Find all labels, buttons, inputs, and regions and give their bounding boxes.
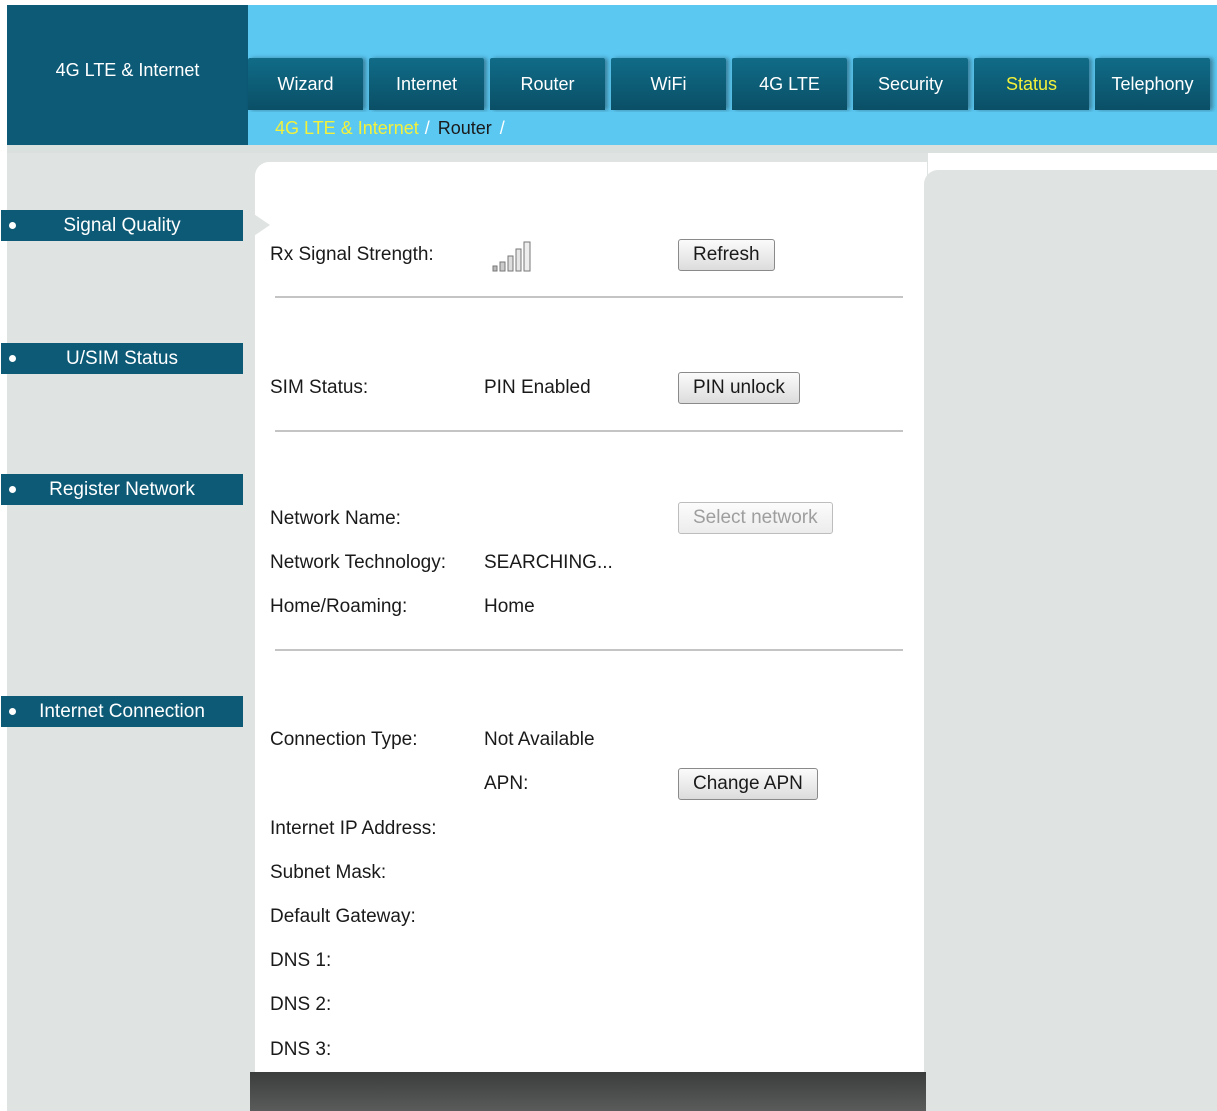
- breadcrumb-separator: /: [499, 118, 505, 138]
- rx-signal-label: Rx Signal Strength:: [270, 244, 434, 265]
- section-divider: [275, 296, 903, 298]
- pin-unlock-button[interactable]: PIN unlock: [678, 372, 800, 404]
- sidebar-item-label: Register Network: [49, 478, 195, 500]
- select-network-button[interactable]: Select network: [678, 502, 833, 534]
- brand-title: 4G LTE & Internet: [7, 5, 248, 145]
- bullet-icon: [9, 486, 16, 493]
- tab-wifi[interactable]: WiFi: [611, 58, 726, 110]
- network-technology-value: SEARCHING...: [484, 552, 613, 573]
- default-gateway-label: Default Gateway:: [270, 906, 416, 927]
- main-nav-tabs: Wizard Internet Router WiFi 4G LTE Secur…: [248, 58, 1217, 110]
- refresh-button[interactable]: Refresh: [678, 239, 775, 271]
- sidebar-item-label: Internet Connection: [39, 700, 205, 722]
- tab-4g-lte[interactable]: 4G LTE: [732, 58, 847, 110]
- sidebar-item-label: Signal Quality: [63, 214, 181, 236]
- section-divider: [275, 649, 903, 651]
- apn-label: APN:: [484, 773, 529, 794]
- bullet-icon: [9, 355, 16, 362]
- dns2-label: DNS 2:: [270, 994, 332, 1015]
- sidebar-item-internet-connection[interactable]: Internet Connection: [1, 696, 243, 727]
- dns3-label: DNS 3:: [270, 1039, 332, 1060]
- section-divider: [275, 430, 903, 432]
- right-side-panel: [924, 170, 1217, 1111]
- breadcrumb-root-link[interactable]: 4G LTE & Internet: [275, 118, 419, 139]
- subnet-mask-label: Subnet Mask:: [270, 862, 387, 883]
- sim-status-value: PIN Enabled: [484, 377, 591, 398]
- dns1-label: DNS 1:: [270, 950, 332, 971]
- tab-telephony[interactable]: Telephony: [1095, 58, 1210, 110]
- home-roaming-value: Home: [484, 596, 535, 617]
- tab-internet[interactable]: Internet: [369, 58, 484, 110]
- sim-status-label: SIM Status:: [270, 377, 369, 398]
- sidebar-item-signal-quality[interactable]: Signal Quality: [1, 210, 243, 241]
- connection-type-value: Not Available: [484, 729, 595, 750]
- tab-router[interactable]: Router: [490, 58, 605, 110]
- home-roaming-label: Home/Roaming:: [270, 596, 408, 617]
- footer-bar: [250, 1072, 926, 1111]
- signal-bars-icon: [492, 241, 531, 272]
- bullet-icon: [9, 708, 16, 715]
- bullet-icon: [9, 222, 16, 229]
- sidebar-item-register-network[interactable]: Register Network: [1, 474, 243, 505]
- selected-pointer-icon: [248, 210, 270, 240]
- tab-status[interactable]: Status: [974, 58, 1089, 110]
- sidebar-item-label: U/SIM Status: [66, 347, 178, 369]
- sidebar: [7, 153, 248, 1111]
- tab-wizard[interactable]: Wizard: [248, 58, 363, 110]
- network-name-label: Network Name:: [270, 508, 401, 529]
- breadcrumb-current: Router: [437, 118, 492, 138]
- header-divider: [7, 145, 1217, 153]
- tab-security[interactable]: Security: [853, 58, 968, 110]
- brand-text: 4G LTE & Internet: [55, 59, 200, 80]
- sidebar-item-usim-status[interactable]: U/SIM Status: [1, 343, 243, 374]
- connection-type-label: Connection Type:: [270, 729, 418, 750]
- internet-ip-label: Internet IP Address:: [270, 818, 437, 839]
- breadcrumb: 4G LTE & Internet / Router /: [248, 112, 1217, 145]
- network-technology-label: Network Technology:: [270, 552, 447, 573]
- change-apn-button[interactable]: Change APN: [678, 768, 818, 800]
- breadcrumb-separator: /: [424, 118, 430, 138]
